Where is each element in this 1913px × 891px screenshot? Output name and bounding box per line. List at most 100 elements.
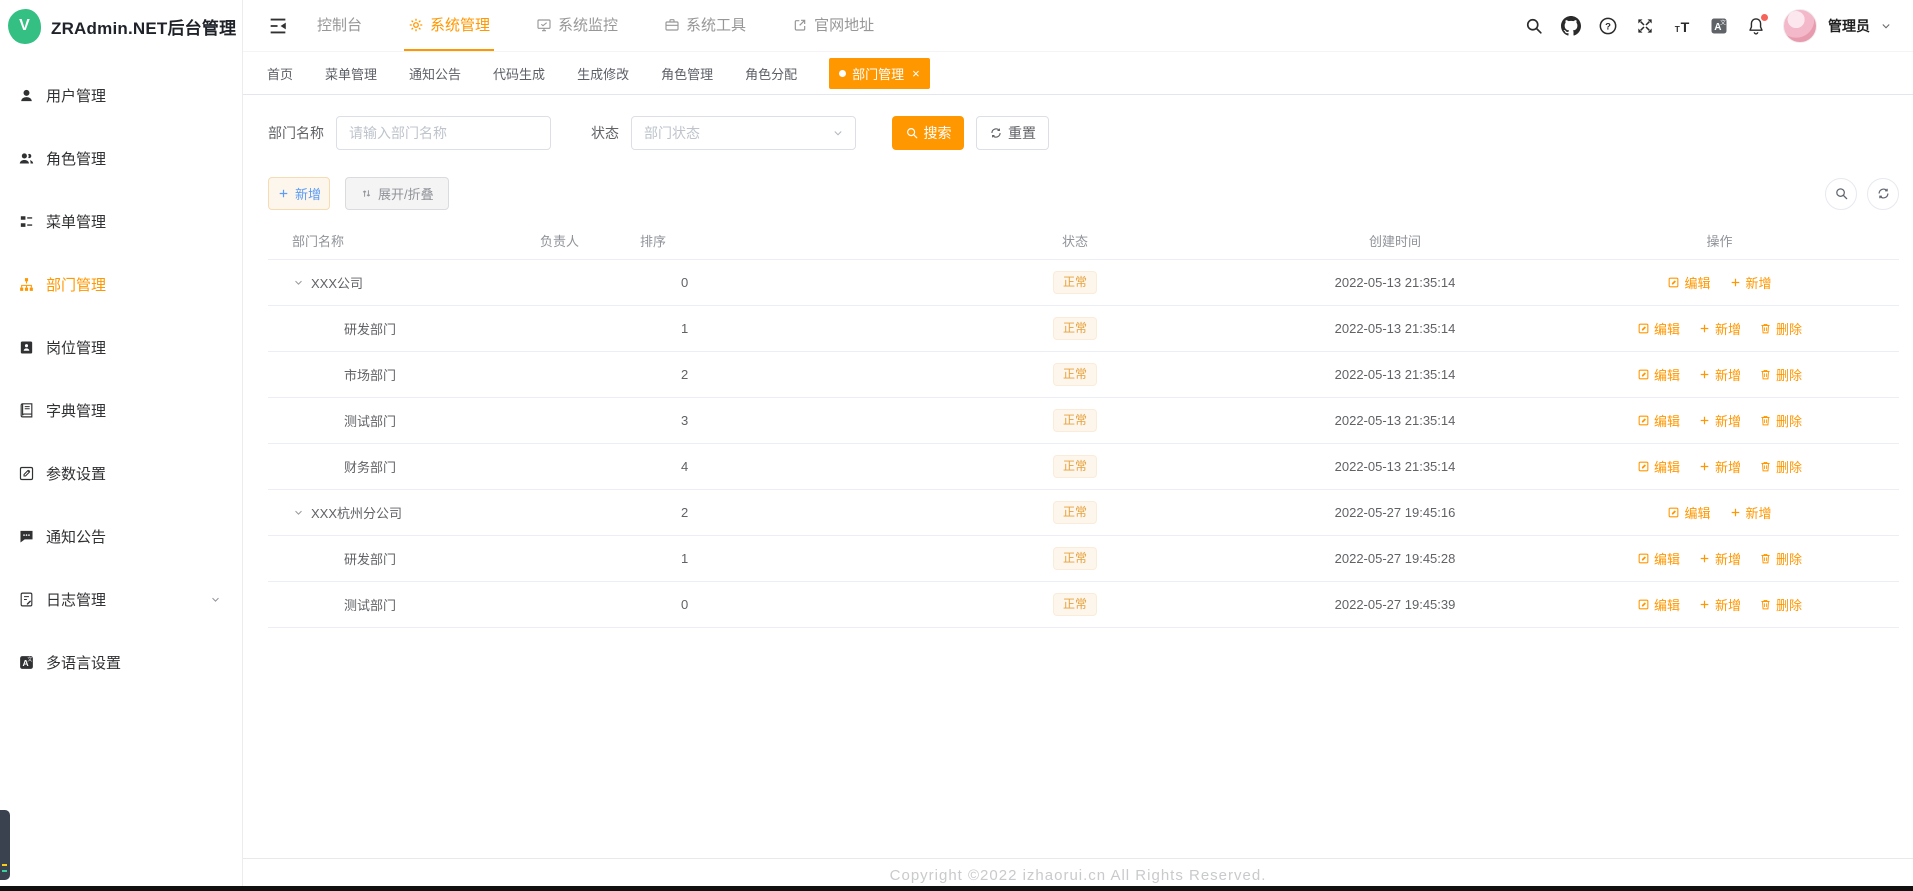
topnav-item-系统管理[interactable]: 系统管理 [404,0,495,51]
header-search-button[interactable] [1524,16,1544,36]
sidebar-item-部门管理[interactable]: 部门管理 [0,253,242,316]
user-name[interactable]: 管理员 [1828,16,1870,36]
row-action-新增[interactable]: 新增 [1698,457,1741,476]
sidebar-item-通知公告[interactable]: 通知公告 [0,505,242,568]
row-action-新增[interactable]: 新增 [1698,319,1741,338]
sidebar-item-菜单管理[interactable]: 菜单管理 [0,190,242,253]
topnav-item-系统监控[interactable]: 系统监控 [532,0,622,51]
row-action-新增[interactable]: 新增 [1698,365,1741,384]
app-logo-row[interactable]: V ZRAdmin.NET后台管理 [0,0,242,52]
sidebar-item-用户管理[interactable]: 用户管理 [0,64,242,127]
sidebar-item-角色管理[interactable]: 角色管理 [0,127,242,190]
tab-close-icon[interactable]: × [912,67,920,80]
sidebar-item-label: 日志管理 [46,592,107,609]
plus-icon [1729,276,1742,289]
row-action-label: 新增 [1714,598,1741,613]
sidebar-item-多语言设置[interactable]: 多语言设置 [0,631,242,694]
dept-name: 市场部门 [344,368,397,383]
language-icon [18,654,35,671]
row-action-删除[interactable]: 删除 [1759,319,1802,338]
tab-部门管理[interactable]: 部门管理 × [829,57,930,89]
topnav-item-label: 系统工具 [686,17,747,34]
tab-label: 通知公告 [409,66,462,82]
search-button-label: 搜索 [923,125,952,141]
tab-角色分配[interactable]: 角色分配 [745,64,797,83]
github-button[interactable] [1561,16,1581,36]
row-action-编辑[interactable]: 编辑 [1637,365,1680,384]
row-action-label: 删除 [1776,414,1803,429]
font-size-button[interactable] [1672,16,1692,36]
sidebar-item-参数设置[interactable]: 参数设置 [0,442,242,505]
table-header-row: 部门名称 负责人 排序 状态 创建时间 操作 [268,222,1899,260]
id-badge-icon [18,339,35,356]
reset-button[interactable]: 重置 [976,116,1049,150]
row-action-新增[interactable]: 新增 [1698,411,1741,430]
dept-name: 研发部门 [344,322,397,337]
row-action-删除[interactable]: 删除 [1759,457,1802,476]
row-action-编辑[interactable]: 编辑 [1637,457,1680,476]
row-action-删除[interactable]: 删除 [1759,411,1802,430]
navbar-actions: 管理员 [1524,0,1893,51]
fullscreen-button[interactable] [1635,16,1655,36]
tab-生成修改[interactable]: 生成修改 [577,64,629,83]
row-action-新增[interactable]: 新增 [1729,503,1772,522]
tab-代码生成[interactable]: 代码生成 [493,64,545,83]
status-select[interactable]: 部门状态 [631,116,856,150]
tab-菜单管理[interactable]: 菜单管理 [325,64,377,83]
monitor-icon [536,17,552,33]
status-badge: 正常 [1052,409,1097,432]
github-icon [1561,16,1581,36]
row-action-删除[interactable]: 删除 [1759,365,1802,384]
sidebar-fold-button[interactable] [267,15,291,37]
row-action-编辑[interactable]: 编辑 [1667,503,1711,522]
actions-cell: 编辑 新增 删除 [1540,549,1899,568]
show-search-toggle-button[interactable] [1825,177,1857,210]
plus-icon [277,187,290,200]
add-button[interactable]: 新增 [268,177,330,210]
notifications-button[interactable] [1746,13,1768,36]
column-header-操作: 操作 [1706,234,1733,249]
refresh-table-button[interactable] [1867,177,1899,210]
row-action-删除[interactable]: 删除 [1759,595,1802,614]
created-time-cell: 2022-05-27 19:45:16 [1334,505,1456,520]
row-action-编辑[interactable]: 编辑 [1637,319,1680,338]
sidebar-item-日志管理[interactable]: 日志管理 [0,568,242,631]
order-cell: 2 [681,367,689,382]
tab-角色管理[interactable]: 角色管理 [661,64,713,83]
trash-icon [1759,368,1772,381]
help-button[interactable] [1598,16,1618,36]
edit-icon [1637,414,1650,427]
trash-icon [1759,414,1772,427]
user-menu-chevron-down-icon[interactable] [1879,19,1893,33]
language-switch-button[interactable] [1709,16,1729,36]
user-avatar[interactable] [1783,8,1817,43]
tab-首页[interactable]: 首页 [267,64,293,83]
expand-collapse-button[interactable]: 展开/折叠 [345,177,449,210]
plus-icon [1698,552,1711,565]
row-action-label: 删除 [1776,552,1803,567]
topnav-item-官网地址[interactable]: 官网地址 [788,0,878,51]
status-cell: 正常 [900,455,1250,478]
row-action-编辑[interactable]: 编辑 [1637,549,1680,568]
row-action-删除[interactable]: 删除 [1759,549,1802,568]
sidebar-item-label: 字典管理 [46,403,107,420]
topnav-item-系统工具[interactable]: 系统工具 [660,0,750,51]
topnav-item-控制台[interactable]: 控制台 [313,0,366,51]
row-action-编辑[interactable]: 编辑 [1667,273,1711,292]
row-action-新增[interactable]: 新增 [1698,549,1741,568]
row-action-新增[interactable]: 新增 [1729,273,1772,292]
row-action-编辑[interactable]: 编辑 [1637,595,1680,614]
tab-label: 菜单管理 [325,66,378,82]
app-logo: V [8,8,41,44]
table-row: 测试部门 3 正常 2022-05-13 21:35:14 编辑 新增 删除 [268,398,1899,444]
search-button[interactable]: 搜索 [892,116,964,150]
menu-tree-icon [18,213,35,230]
plus-icon [1698,598,1711,611]
sidebar-item-岗位管理[interactable]: 岗位管理 [0,316,242,379]
dept-name-input[interactable] [336,116,551,150]
tab-通知公告[interactable]: 通知公告 [409,64,461,83]
row-action-新增[interactable]: 新增 [1698,595,1741,614]
sidebar-item-字典管理[interactable]: 字典管理 [0,379,242,442]
sidebar-item-label: 用户管理 [46,88,107,105]
row-action-编辑[interactable]: 编辑 [1637,411,1680,430]
